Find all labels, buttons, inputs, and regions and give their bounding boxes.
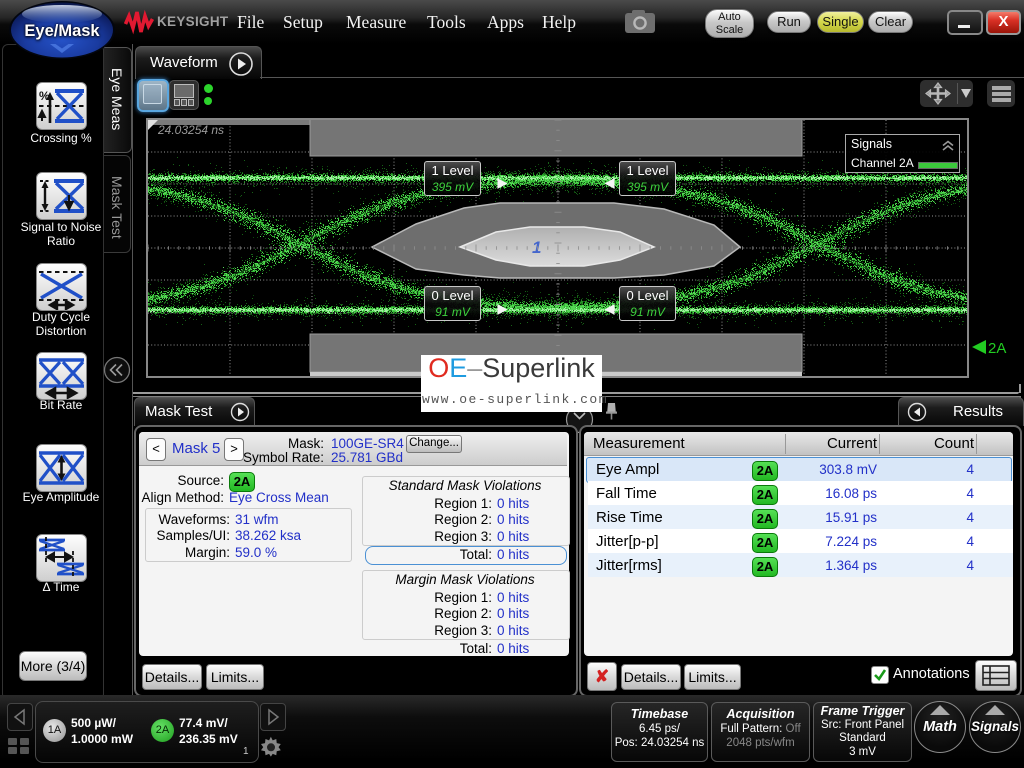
svg-text:1: 1 [532,238,541,257]
svg-text:Eye/Mask: Eye/Mask [24,22,100,40]
